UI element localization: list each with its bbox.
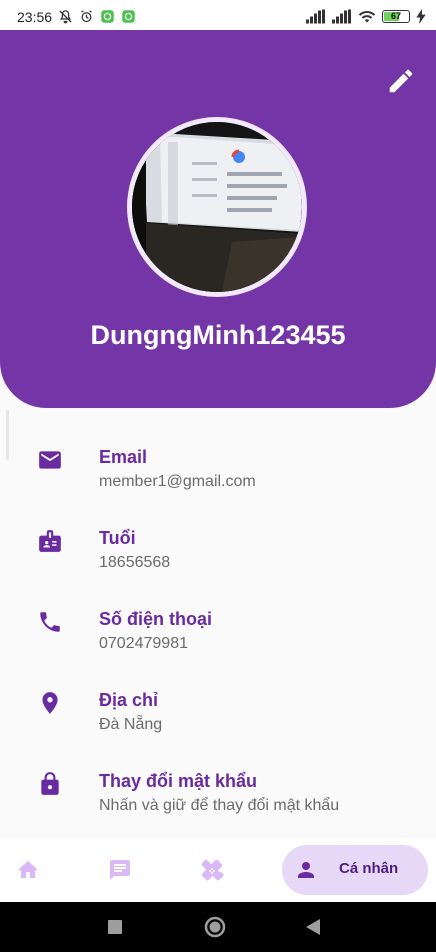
- wifi-icon: [358, 10, 376, 23]
- system-navigation-bar: [0, 902, 436, 952]
- mute-icon: [59, 10, 72, 24]
- nav-tab-label: Cá nhân: [339, 860, 399, 877]
- info-title: Tuổi: [99, 528, 136, 548]
- chat-icon[interactable]: [108, 858, 132, 882]
- avatar-photo: [132, 122, 302, 292]
- info-value: Đà Nẵng: [99, 716, 163, 733]
- signal-icon: [306, 9, 325, 24]
- list-item-age: Tuổi 18656568: [0, 516, 436, 586]
- info-title: Email: [99, 447, 148, 467]
- app-notification-icon: [122, 10, 135, 23]
- charging-icon: [416, 9, 426, 24]
- status-time: 23:56: [17, 9, 53, 25]
- status-bar: 23:56 67: [0, 0, 436, 34]
- info-value: Nhấn và giữ để thay đổi mật khẩu: [99, 797, 340, 814]
- list-item-email: Email member1@gmail.com: [0, 435, 436, 505]
- bottom-navigation: Cá nhân: [0, 838, 436, 902]
- list-item-address: Địa chỉ Đà Nẵng: [0, 678, 436, 748]
- avatar[interactable]: [127, 117, 307, 297]
- info-value: 18656568: [99, 554, 171, 571]
- info-title: Địa chỉ: [99, 690, 159, 710]
- alarm-icon: [81, 10, 92, 23]
- username: DungngMinh123455: [90, 320, 346, 350]
- person-icon: [298, 862, 314, 878]
- app-notification-icon: [101, 10, 114, 23]
- email-icon: [39, 451, 61, 469]
- battery-level: 67: [390, 11, 401, 21]
- profile-header: DungngMinh123455: [0, 30, 436, 408]
- back-icon[interactable]: [306, 919, 320, 935]
- pencil-icon[interactable]: [386, 66, 416, 96]
- bandage-icon[interactable]: [200, 858, 224, 882]
- id-badge-icon: [39, 530, 61, 552]
- info-title: Thay đổi mật khẩu: [99, 771, 258, 791]
- location-pin-icon: [42, 692, 58, 714]
- signal-icon: [332, 9, 351, 24]
- info-value: 0702479981: [99, 635, 188, 652]
- list-item-change-password[interactable]: Thay đổi mật khẩu Nhấn và giữ để thay đổ…: [0, 759, 436, 829]
- phone-icon: [40, 612, 60, 632]
- home-button-icon[interactable]: [204, 916, 226, 938]
- info-title: Số điện thoại: [99, 609, 213, 629]
- recents-icon[interactable]: [108, 920, 122, 934]
- avatar-image: [132, 122, 302, 292]
- lock-icon: [41, 772, 59, 795]
- info-value: member1@gmail.com: [99, 473, 256, 490]
- home-icon[interactable]: [16, 858, 40, 882]
- nav-tab-profile[interactable]: Cá nhân: [282, 845, 428, 895]
- battery-icon: 67: [382, 10, 410, 23]
- list-item-phone: Số điện thoại 0702479981: [0, 597, 436, 667]
